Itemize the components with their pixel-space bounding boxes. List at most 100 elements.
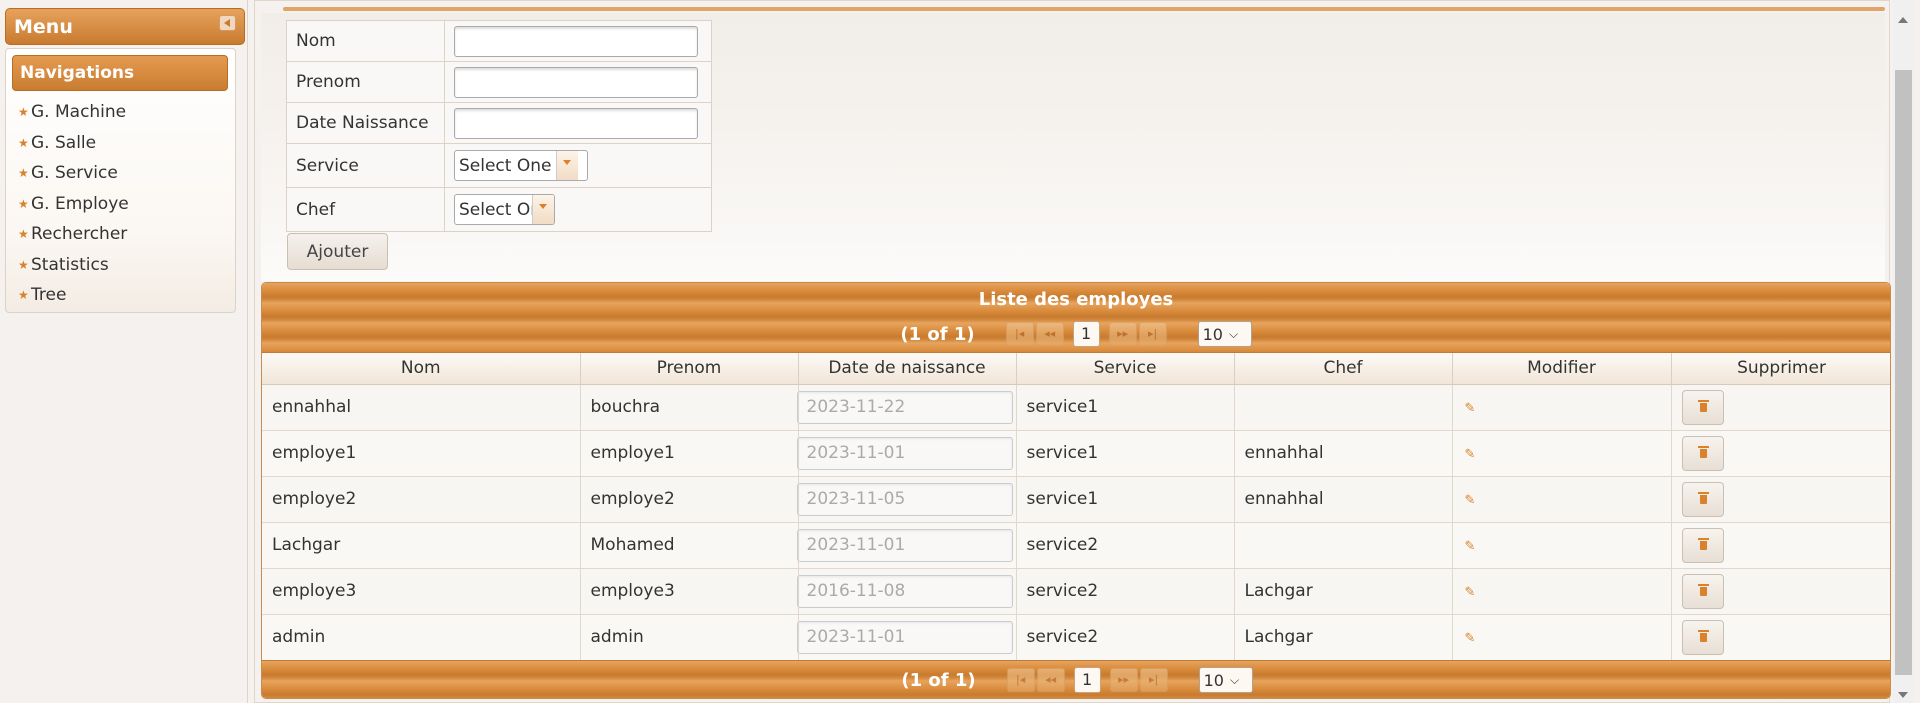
delete-button[interactable] (1681, 619, 1724, 655)
sidebar-item-salle[interactable]: ★ G. Salle (18, 128, 129, 159)
chevron-down-icon[interactable] (532, 195, 554, 224)
cell-nom: Lachgar (262, 522, 581, 569)
collapse-sidebar-icon[interactable] (219, 15, 236, 31)
next-page-icon[interactable]: ▸▸ (1108, 322, 1137, 346)
chevron-down-icon: ⌵ (1228, 326, 1239, 341)
scroll-up-icon[interactable] (1898, 17, 1908, 23)
datatable-title: Liste des employes (978, 289, 1174, 310)
next-page-icon[interactable]: ▸▸ (1109, 668, 1138, 692)
nom-input[interactable] (454, 25, 698, 57)
sidebar-item-label[interactable]: G. Machine (31, 102, 126, 122)
pencil-icon[interactable]: ✎ (1463, 631, 1476, 646)
scroll-thumb[interactable] (1895, 70, 1912, 675)
date-field[interactable]: 2023-11-01 (796, 528, 1013, 562)
menu-panel: Navigations ★ G. Machine ★ G. Salle ★ G. Se… (5, 48, 236, 313)
star-icon: ★ (18, 257, 29, 272)
cell-service: service1 (1016, 384, 1235, 431)
last-page-icon[interactable]: ▸| (1138, 322, 1167, 346)
table-row: employe1 employe1 2023-11-01 service1 en… (262, 430, 1890, 477)
date-field[interactable]: 2023-11-01 (796, 620, 1013, 654)
trash-icon (1697, 583, 1709, 596)
date-field[interactable]: 2023-11-05 (796, 482, 1013, 516)
delete-button[interactable] (1681, 435, 1724, 471)
chevron-down-icon[interactable] (556, 151, 579, 180)
table-row: admin admin 2023-11-01 service2 Lachgar … (262, 614, 1890, 661)
sidebar-item-statistics[interactable]: ★ Statistics (18, 250, 129, 281)
column-header-date[interactable]: Date de naissance (798, 353, 1017, 385)
sidebar-item-label[interactable]: Rechercher (31, 224, 127, 244)
rows-per-page-value: 10 (1202, 324, 1223, 344)
sidebar: Menu Navigations ★ G. Machine ★ G. Salle ★… (0, 0, 248, 703)
star-icon: ★ (18, 166, 29, 181)
cell-nom: employe2 (262, 476, 581, 523)
cell-chef (1234, 522, 1453, 569)
sidebar-item-rechercher[interactable]: ★ Rechercher (18, 219, 129, 250)
chef-select[interactable]: Select One (454, 194, 555, 225)
page-number[interactable]: 1 (1072, 321, 1100, 347)
sidebar-item-label[interactable]: Tree (31, 285, 66, 305)
datatable-header: Liste des employes (1 of 1) |◂ ◂◂ 1 ▸▸ ▸… (262, 283, 1890, 353)
datatable-footer: (1 of 1) |◂ ◂◂ 1 ▸▸ ▸| 10 ⌵ (262, 660, 1890, 698)
sidebar-item-label[interactable]: G. Employe (31, 194, 129, 214)
pencil-icon[interactable]: ✎ (1463, 447, 1476, 462)
sidebar-item-label[interactable]: Statistics (31, 255, 109, 275)
star-icon: ★ (18, 288, 29, 303)
date-field[interactable]: 2023-11-01 (796, 436, 1013, 470)
column-header-prenom[interactable]: Prenom (580, 353, 799, 385)
nav-list: ★ G. Machine ★ G. Salle ★ G. Service ★ G. Em… (18, 97, 129, 311)
rows-per-page-select[interactable]: 10 ⌵ (1197, 321, 1252, 347)
service-select-value: Select One (459, 156, 552, 176)
star-icon: ★ (18, 135, 29, 150)
prenom-input[interactable] (454, 66, 698, 98)
sidebar-item-service[interactable]: ★ G. Service (18, 158, 129, 189)
sidebar-item-label[interactable]: G. Salle (31, 133, 96, 153)
prev-page-icon[interactable]: ◂◂ (1036, 668, 1065, 692)
menu-header: Menu (5, 8, 245, 45)
cell-chef: Lachgar (1234, 568, 1453, 615)
trash-icon (1697, 629, 1709, 642)
date-field[interactable]: 2023-11-22 (796, 390, 1013, 424)
column-header-nom[interactable]: Nom (262, 353, 581, 385)
pencil-icon[interactable]: ✎ (1463, 493, 1476, 508)
pencil-icon[interactable]: ✎ (1463, 401, 1476, 416)
last-page-icon[interactable]: ▸| (1139, 668, 1168, 692)
service-label: Service (286, 143, 445, 188)
star-icon: ★ (18, 227, 29, 242)
sidebar-item-label[interactable]: G. Service (31, 163, 118, 183)
delete-button[interactable] (1681, 481, 1724, 517)
prev-page-icon[interactable]: ◂◂ (1035, 322, 1064, 346)
service-select[interactable]: Select One (454, 150, 588, 181)
delete-button[interactable] (1681, 573, 1724, 609)
nav-section-header[interactable]: Navigations (12, 55, 228, 91)
date-field[interactable]: 2016-11-08 (796, 574, 1013, 608)
cell-nom: admin (262, 614, 581, 661)
rows-per-page-select[interactable]: 10 ⌵ (1198, 667, 1253, 693)
sidebar-item-tree[interactable]: ★ Tree (18, 280, 129, 311)
sidebar-item-employe[interactable]: ★ G. Employe (18, 189, 129, 220)
ajouter-button[interactable]: Ajouter (287, 233, 388, 270)
column-header-chef[interactable]: Chef (1234, 353, 1453, 385)
form-row-service: Service Select One (286, 143, 712, 188)
form-row-chef: Chef Select One (286, 187, 712, 232)
first-page-icon[interactable]: |◂ (1006, 668, 1035, 692)
date-naissance-input[interactable] (454, 107, 698, 139)
pencil-icon[interactable]: ✎ (1463, 585, 1476, 600)
first-page-icon[interactable]: |◂ (1005, 322, 1034, 346)
cell-prenom: employe1 (580, 430, 799, 477)
delete-button[interactable] (1681, 527, 1724, 563)
chevron-down-icon: ⌵ (1229, 672, 1240, 687)
page-status: (1 of 1) (900, 323, 975, 345)
scroll-down-icon[interactable] (1898, 692, 1908, 698)
star-icon: ★ (18, 105, 29, 120)
column-header-service[interactable]: Service (1016, 353, 1235, 385)
vertical-scrollbar[interactable] (1893, 0, 1914, 703)
cell-prenom: employe3 (580, 568, 799, 615)
column-header-supprimer: Supprimer (1671, 353, 1890, 385)
date-naissance-label: Date Naissance (286, 102, 445, 144)
table-row: employe3 employe3 2016-11-08 service2 La… (262, 568, 1890, 615)
delete-button[interactable] (1681, 389, 1724, 425)
sidebar-item-machine[interactable]: ★ G. Machine (18, 97, 129, 128)
employees-table: Nom Prenom Date de naissance Service Che… (262, 353, 1890, 661)
page-number[interactable]: 1 (1073, 667, 1101, 693)
pencil-icon[interactable]: ✎ (1463, 539, 1476, 554)
